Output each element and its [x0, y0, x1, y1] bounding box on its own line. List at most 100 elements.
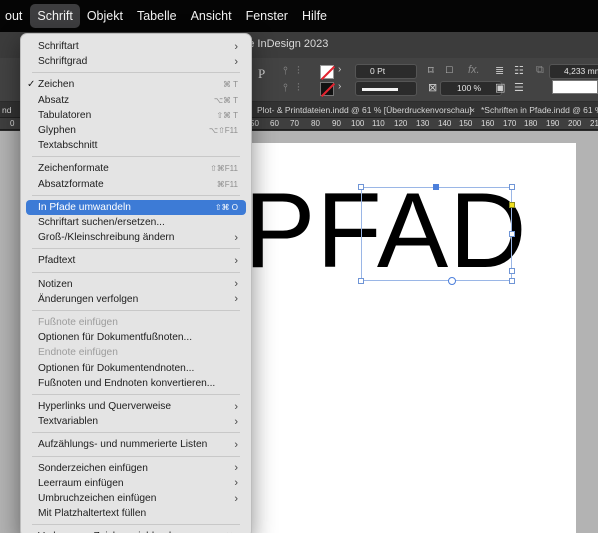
- menu-item-label: Hyperlinks und Querverweise: [38, 401, 172, 412]
- link-dimension-icon[interactable]: ⧉: [536, 64, 544, 77]
- menu-item-mit-platzhaltertext-fuellen[interactable]: Mit Platzhaltertext füllen: [26, 506, 246, 521]
- menu-item-gross-kleinschreibung-aendern[interactable]: Groß-/Kleinschreibung ändern ›: [26, 230, 246, 245]
- menubar-item-hilfe[interactable]: Hilfe: [295, 4, 334, 28]
- content-grabber-icon[interactable]: [448, 277, 456, 285]
- stroke-weight-field[interactable]: 0 Pt: [355, 64, 417, 79]
- menu-item-in-pfade-umwandeln[interactable]: In Pfade umwandeln ⇧⌘ O: [26, 199, 246, 215]
- stroke-weight-value: 0 Pt: [370, 66, 386, 76]
- menu-item-label: Zeichenformate: [38, 163, 109, 175]
- ruler-tick-label: 60: [270, 119, 279, 128]
- menubar: out Schrift Objekt Tabelle Ansicht Fenster Hil…: [0, 0, 598, 32]
- menu-item-verborgene-zeichen-einblenden[interactable]: Verborgene Zeichen einblenden⌥⌘ I: [26, 529, 246, 533]
- menu-item-optionen-fuer-dokumentfussnoten[interactable]: Optionen für Dokumentfußnoten...: [26, 330, 246, 345]
- menubar-item-schrift[interactable]: Schrift: [30, 4, 80, 28]
- frame-handle-br[interactable]: [509, 268, 515, 274]
- frame-icon[interactable]: □: [446, 64, 453, 76]
- text-type-icon[interactable]: P: [258, 66, 265, 82]
- scale-value: 100 %: [457, 83, 482, 93]
- menu-item-umbruchzeichen-einfuegen[interactable]: Umbruchzeichen einfügen ›: [26, 491, 246, 506]
- menubar-item-tabelle[interactable]: Tabelle: [130, 4, 184, 28]
- submenu-arrow-icon: ›: [234, 40, 238, 53]
- menu-item-zeichen[interactable]: ✓ Zeichen ⌘ T: [26, 77, 246, 92]
- effects-icon[interactable]: fx.: [468, 64, 480, 76]
- checkmark-icon: ✓: [27, 79, 36, 91]
- menu-item-glyphen[interactable]: Glyphen ⌥⇧F11: [26, 123, 246, 138]
- menubar-item-out[interactable]: out: [0, 4, 30, 28]
- menu-item-label: Schriftgrad: [38, 56, 88, 68]
- distribute-icon[interactable]: ⫶: [297, 65, 300, 78]
- menu-item-tabulatoren[interactable]: Tabulatoren ⇧⌘ T: [26, 108, 246, 123]
- menu-item-schriftart[interactable]: Schriftart ›: [26, 39, 246, 54]
- frame-handle-tr[interactable]: [509, 184, 515, 190]
- ruler-tick-label: 140: [438, 119, 452, 128]
- menu-item-aufzaehlungs-und-nummerierte-listen[interactable]: Aufzählungs- und nummerierte Listen ›: [26, 437, 246, 452]
- ruler-tick-label: 100: [351, 119, 365, 128]
- submenu-arrow-icon: ›: [234, 415, 238, 428]
- menu-item-textvariablen[interactable]: Textvariablen ›: [26, 414, 246, 429]
- color-field[interactable]: [552, 80, 598, 94]
- menu-item-leerraum-einfuegen[interactable]: Leerraum einfügen ›: [26, 476, 246, 491]
- tab-schriften-in-pfade[interactable]: *Schriften in Pfade.indd @ 61 % [: [481, 105, 598, 115]
- menu-item-label: Textabschnitt: [38, 140, 98, 152]
- scale-icon[interactable]: ⊠: [428, 81, 437, 94]
- stroke-type-select[interactable]: [355, 81, 417, 96]
- menu-item-label: In Pfade umwandeln: [38, 201, 131, 213]
- menu-item-absatz[interactable]: Absatz ⌥⌘ T: [26, 93, 246, 108]
- menu-item-label: Aufzählungs- und nummerierte Listen: [38, 439, 208, 451]
- frame-fit-icon[interactable]: ⌑: [428, 64, 434, 77]
- frame-handle-bl[interactable]: [358, 278, 364, 284]
- menu-separator: [32, 156, 240, 158]
- menu-item-aenderungen-verfolgen[interactable]: Änderungen verfolgen ›: [26, 292, 246, 307]
- menu-item-endnote-einfuegen: Endnote einfügen: [26, 345, 246, 360]
- flip-icon[interactable]: ⫯: [283, 82, 288, 95]
- menubar-item-ansicht[interactable]: Ansicht: [184, 4, 239, 28]
- stroke-dropdown-icon[interactable]: ›: [338, 81, 341, 92]
- tab-close-icon[interactable]: ×: [470, 105, 475, 115]
- align-icon[interactable]: ⫯: [283, 65, 288, 78]
- submenu-arrow-icon: ›: [234, 400, 238, 413]
- menu-item-label: Pfadtext: [38, 255, 76, 267]
- menu-item-schriftgrad[interactable]: Schriftgrad ›: [26, 54, 246, 69]
- frame-handle-tc[interactable]: [433, 184, 439, 190]
- menu-item-label: Absatzformate: [38, 178, 104, 190]
- dimension-field[interactable]: 4,233 mm: [549, 64, 598, 79]
- stroke-swatch[interactable]: [320, 82, 334, 96]
- menu-item-textabschnitt[interactable]: Textabschnitt: [26, 138, 246, 153]
- columns-icon[interactable]: ☷: [514, 64, 524, 77]
- menu-item-optionen-fuer-dokumentendnoten[interactable]: Optionen für Dokumentendnoten...: [26, 361, 246, 376]
- rotate-icon[interactable]: ⫶: [297, 82, 300, 95]
- fill-none-swatch[interactable]: [320, 65, 334, 79]
- menubar-item-fenster[interactable]: Fenster: [239, 4, 295, 28]
- frame-handle-tl[interactable]: [358, 184, 364, 190]
- wrap-alt-icon[interactable]: ☰: [514, 81, 524, 94]
- menu-item-label: Textvariablen: [38, 416, 99, 428]
- frame-handle-br2[interactable]: [509, 278, 515, 284]
- text-frame-selection[interactable]: [361, 187, 512, 281]
- menu-item-schriftart-suchen-ersetzen[interactable]: Schriftart suchen/ersetzen...: [26, 215, 246, 230]
- text-align-icon[interactable]: ≣: [495, 64, 504, 77]
- ruler-tick-label: 160: [481, 119, 495, 128]
- menu-item-zeichenformate[interactable]: Zeichenformate ⇧⌘F11: [26, 161, 246, 176]
- ruler-tick-label: 150: [459, 119, 473, 128]
- menu-item-hyperlinks-und-querverweise[interactable]: Hyperlinks und Querverweise ›: [26, 399, 246, 414]
- dimension-value: 4,233 mm: [564, 66, 598, 76]
- scale-field[interactable]: 100 %: [440, 81, 502, 96]
- menubar-item-objekt[interactable]: Objekt: [80, 4, 130, 28]
- menu-item-fussnoten-und-endnoten-konvertieren[interactable]: Fußnoten und Endnoten konvertieren...: [26, 376, 246, 391]
- fill-dropdown-icon[interactable]: ›: [338, 64, 341, 75]
- menu-item-absatzformate[interactable]: Absatzformate ⌘F11: [26, 177, 246, 192]
- menu-item-notizen[interactable]: Notizen ›: [26, 277, 246, 292]
- panel-fragment-label: nd: [2, 105, 12, 115]
- wrap-icon[interactable]: ▣: [495, 81, 505, 94]
- ruler-tick-label: 180: [524, 119, 538, 128]
- menu-item-pfadtext[interactable]: Pfadtext ›: [26, 253, 246, 268]
- corner-options-handle[interactable]: [509, 202, 515, 208]
- menu-item-label: Schriftart: [38, 41, 79, 52]
- ruler-tick-label: 190: [546, 119, 560, 128]
- menu-item-sonderzeichen-einfuegen[interactable]: Sonderzeichen einfügen ›: [26, 461, 246, 476]
- frame-handle-mr[interactable]: [509, 231, 515, 237]
- menu-item-label: Änderungen verfolgen: [38, 293, 139, 305]
- tab-plot-printdateien[interactable]: Plot- & Printdateien.indd @ 61 % [Überdr…: [257, 105, 472, 115]
- menu-separator: [32, 271, 240, 273]
- menu-separator: [32, 432, 240, 434]
